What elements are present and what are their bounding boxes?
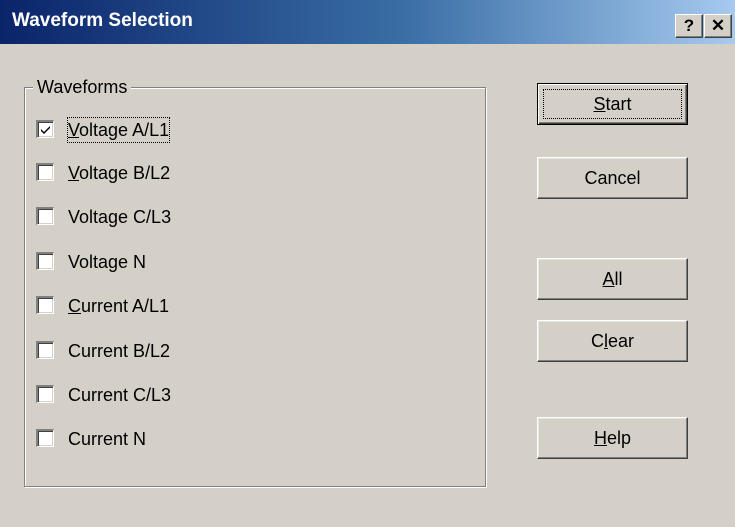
- checkbox-label: Current C/L3: [68, 385, 172, 405]
- waveform-selection-dialog: Waveform Selection ? ✕ Waveforms Voltage…: [0, 0, 735, 527]
- start-button[interactable]: Start: [537, 83, 688, 125]
- close-button[interactable]: ✕: [704, 14, 732, 38]
- question-mark-icon: ?: [683, 16, 695, 35]
- checkbox-box[interactable]: [36, 429, 54, 447]
- checkmark-icon: [41, 126, 50, 134]
- checkbox-label: Voltage B/L2: [68, 163, 171, 183]
- all-button[interactable]: All: [537, 258, 688, 300]
- window-title: Waveform Selection: [12, 10, 193, 31]
- checkbox-label: Voltage N: [68, 252, 147, 272]
- checkbox-box[interactable]: [36, 207, 54, 225]
- checkbox-box[interactable]: [36, 341, 54, 359]
- checkbox-box[interactable]: [36, 385, 54, 403]
- focus-rectangle: [543, 89, 682, 119]
- title-bar[interactable]: Waveform Selection ? ✕: [0, 0, 735, 44]
- checkbox-box[interactable]: [36, 252, 54, 270]
- help-button[interactable]: Help: [537, 417, 688, 459]
- cancel-button[interactable]: Cancel: [537, 157, 688, 199]
- checkbox-box[interactable]: [36, 296, 54, 314]
- checkbox-box[interactable]: [36, 163, 54, 181]
- checkbox-label: Current N: [68, 429, 147, 449]
- waveforms-group-label: Waveforms: [33, 76, 132, 98]
- checkbox-label: Voltage A/L1: [66, 117, 171, 143]
- checkbox-label: Current B/L2: [68, 341, 171, 361]
- checkbox-label: Voltage C/L3: [68, 207, 172, 227]
- checkbox-label: Current A/L1: [68, 296, 170, 316]
- help-caption-button[interactable]: ?: [675, 14, 703, 38]
- checkbox-box[interactable]: [36, 120, 54, 138]
- close-icon: ✕: [710, 16, 726, 35]
- clear-button[interactable]: Clear: [537, 320, 688, 362]
